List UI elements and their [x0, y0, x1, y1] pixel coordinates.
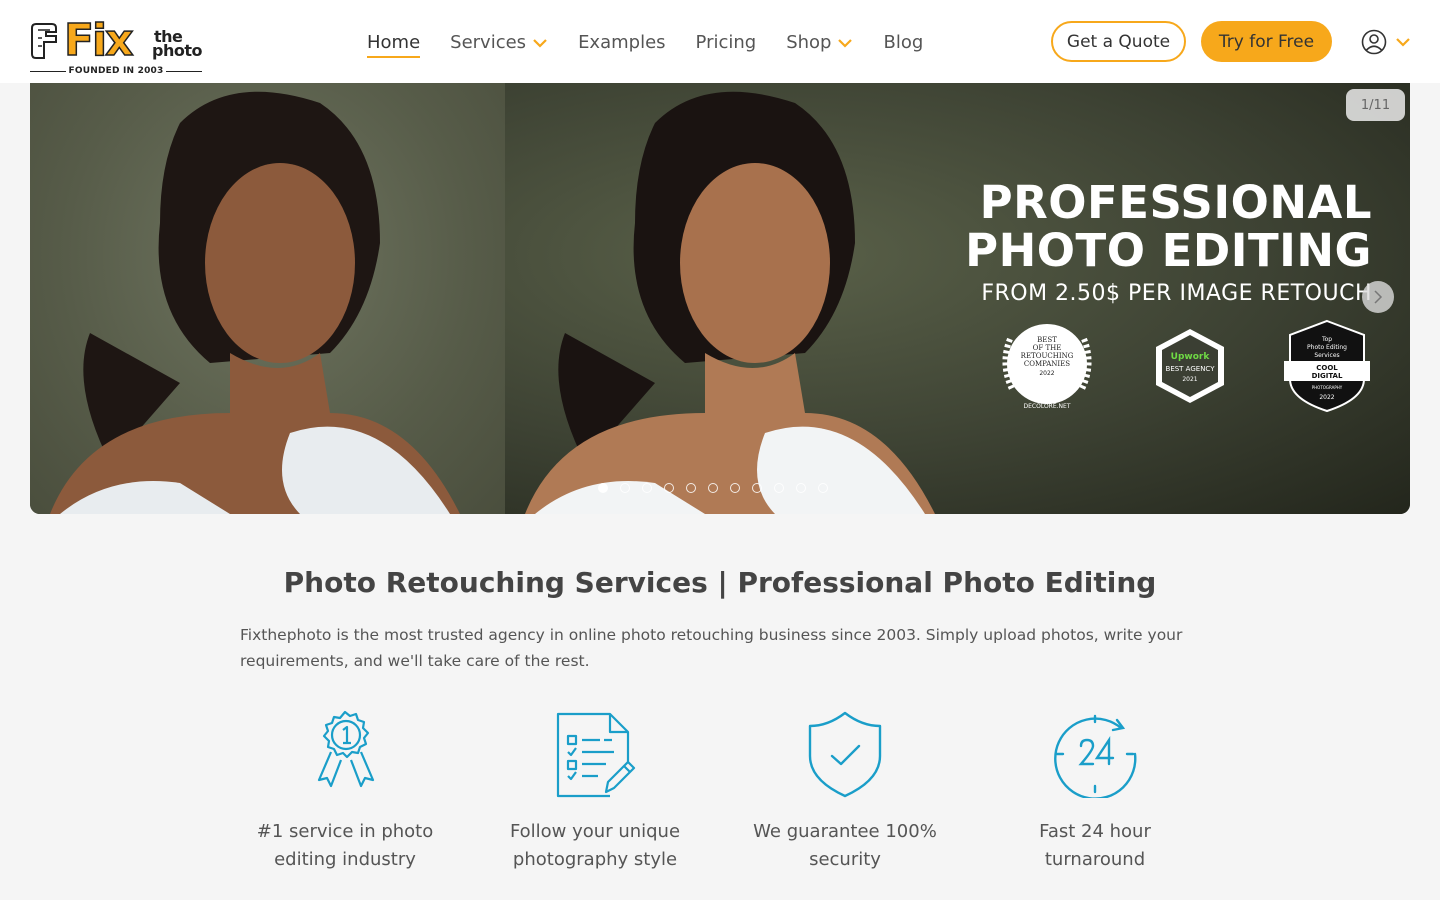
feature-text-line1: Fast 24 hour: [1039, 821, 1151, 842]
nav-item-pricing[interactable]: Pricing: [696, 28, 757, 58]
chevron-down-icon: [838, 39, 853, 48]
nav-item-blog[interactable]: Blog: [883, 28, 923, 58]
site-header: Fix the photo FOUNDED IN 2003 Home Servi…: [0, 0, 1440, 83]
slider-dot[interactable]: [730, 483, 740, 493]
chevron-right-icon: [1374, 290, 1383, 304]
badge1-line3: RETOUCHING: [1021, 352, 1074, 360]
site-logo[interactable]: Fix the photo FOUNDED IN 2003: [30, 18, 202, 80]
badge2-line2: BEST AGENCY: [1166, 365, 1216, 373]
nav-label: Examples: [578, 32, 666, 53]
slider-dot[interactable]: [686, 483, 696, 493]
hero-title-line2: PHOTO EDITING: [965, 224, 1372, 277]
badge1-line2: OF THE: [1033, 344, 1062, 352]
award-ribbon-icon: [317, 710, 375, 788]
feature-text-line2: editing industry: [274, 849, 416, 870]
best-retouching-badge: BEST OF THE RETOUCHING COMPANIES 2022 DE…: [1002, 324, 1092, 410]
feature-text-line1: #1 service in photo: [256, 821, 434, 842]
before-photo: [30, 83, 505, 514]
chevron-down-icon: [1396, 38, 1410, 47]
badge2-line1: Upwork: [1171, 352, 1211, 362]
upwork-badge: Upwork BEST AGENCY 2021: [1156, 329, 1224, 403]
cool-digital-badge: Top Photo Editing Services COOL DIGITAL …: [1284, 319, 1370, 413]
logo-fix-text: Fix: [63, 15, 134, 66]
feature-item: We guarantee 100% security: [720, 710, 970, 874]
slider-dot[interactable]: [620, 483, 630, 493]
hero-title-line1: PROFESSIONAL: [979, 176, 1372, 229]
main-nav: Home Services Examples Pricing Shop Blog: [367, 28, 953, 58]
badge3-line7: 2022: [1319, 394, 1334, 401]
badge3-line5: DIGITAL: [1312, 372, 1343, 380]
slider-dot[interactable]: [664, 483, 674, 493]
try-free-button[interactable]: Try for Free: [1201, 21, 1332, 62]
user-circle-icon: [1361, 29, 1387, 55]
nav-item-examples[interactable]: Examples: [578, 28, 665, 58]
get-quote-button[interactable]: Get a Quote: [1051, 21, 1186, 62]
slider-dot[interactable]: [752, 483, 762, 493]
badge1-footer: DECOLORE.NET: [1024, 403, 1071, 410]
nav-item-shop[interactable]: Shop: [786, 28, 853, 58]
badge1-line5: 2022: [1039, 370, 1054, 377]
slider-dot[interactable]: [598, 483, 608, 493]
chevron-down-icon: [533, 39, 547, 48]
feature-text: We guarantee 100% security: [720, 818, 970, 874]
badge3-line1: Top: [1321, 336, 1332, 343]
badge1-line1: BEST: [1037, 336, 1057, 344]
badge3-line6: PHOTOGRAPHY: [1312, 385, 1343, 390]
logo-founded-text: FOUNDED IN 2003: [30, 66, 202, 76]
logo-mark: Fix: [30, 15, 134, 66]
features-list: #1 service in photo editing industry Fol…: [220, 710, 1220, 890]
badge3-line3: Services: [1314, 352, 1339, 359]
shield-check-icon: [808, 711, 882, 798]
slide-counter: 1/11: [1346, 89, 1405, 121]
nav-label: Pricing: [695, 32, 757, 53]
badge3-line4: COOL: [1316, 364, 1338, 372]
feature-text-line2: photography style: [512, 849, 678, 870]
hero-subtitle: FROM 2.50$ PER IMAGE RETOUCH: [981, 281, 1372, 306]
nav-label: Blog: [883, 32, 924, 53]
intro-text: Fixthephoto is the most trusted agency i…: [240, 626, 1183, 670]
slider-dot[interactable]: [708, 483, 718, 493]
slider-next-button[interactable]: [1362, 281, 1394, 313]
nav-item-home[interactable]: Home: [367, 28, 421, 58]
feature-text-line2: turnaround: [1044, 849, 1146, 870]
page-title: Photo Retouching Services | Professional…: [283, 566, 1157, 599]
nav-label: Services: [450, 32, 527, 53]
user-menu[interactable]: [1361, 28, 1411, 56]
feature-item: Follow your unique photography style: [470, 710, 720, 874]
feature-text: Fast 24 hour turnaround: [970, 818, 1220, 874]
feature-item: Fast 24 hour turnaround: [970, 710, 1220, 874]
nav-label: Shop: [786, 32, 832, 53]
slider-dot[interactable]: [796, 483, 806, 493]
hero-title: PROFESSIONAL PHOTO EDITING: [965, 179, 1372, 275]
nav-label: Home: [367, 32, 421, 53]
portrait-before-image: [50, 91, 460, 514]
feature-item: #1 service in photo editing industry: [220, 710, 470, 874]
badge2-line3: 2021: [1182, 376, 1197, 383]
hand-icon: [31, 23, 57, 59]
clock-24-icon: [1054, 714, 1137, 798]
slider-dot[interactable]: [642, 483, 652, 493]
portrait-after-image: [525, 91, 935, 514]
feature-text-line1: Follow your unique: [509, 821, 681, 842]
checklist-pencil-icon: [556, 712, 636, 798]
logo-photo-text: photo: [152, 41, 202, 60]
badge3-line2: Photo Editing: [1307, 344, 1347, 351]
feature-text: #1 service in photo editing industry: [220, 818, 470, 874]
feature-text: Follow your unique photography style: [470, 818, 720, 874]
badge1-line4: COMPANIES: [1024, 360, 1070, 368]
slider-dot[interactable]: [818, 483, 828, 493]
feature-text-line1: We guarantee 100%: [753, 821, 937, 842]
hero-slider: 1/11 PROFESSIONAL PHOTO EDITING FROM 2.5…: [30, 83, 1410, 514]
slider-dot[interactable]: [774, 483, 784, 493]
nav-item-services[interactable]: Services: [450, 28, 548, 58]
feature-text-line2: security: [809, 849, 881, 870]
slider-dots: [598, 483, 828, 493]
